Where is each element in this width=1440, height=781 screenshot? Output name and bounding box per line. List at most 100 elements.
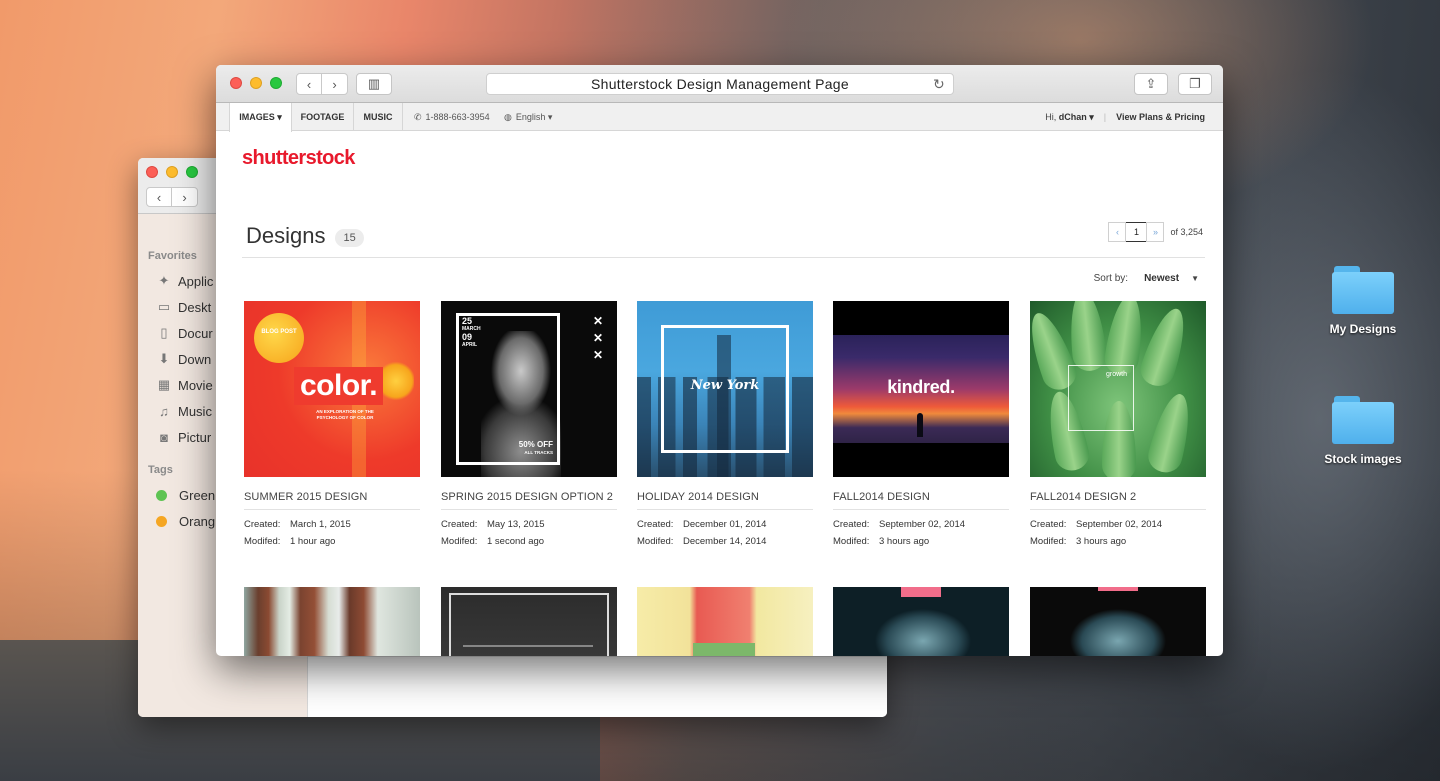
folder-label: Stock images [1324,452,1402,466]
created-value: September 02, 2014 [1076,519,1163,530]
share-button[interactable]: ⇪ [1134,73,1168,95]
blog-post-badge: BLOG POST [254,313,304,363]
sidebar-item-label: Music [178,403,212,419]
design-thumbnail[interactable]: 25 MARCH 09 APRIL ✕ ✕ ✕ 50% OFF ALL TRACKS [441,301,617,477]
design-card[interactable] [833,587,1009,656]
created-value: March 1, 2015 [290,519,351,530]
modified-value: 1 second ago [487,536,545,547]
design-thumbnail[interactable] [244,587,420,656]
thumb-headline: color. [294,367,384,405]
sidebar-icon: ▥ [367,76,381,91]
modified-value: December 14, 2014 [683,536,767,547]
design-title[interactable]: HOLIDAY 2014 DESIGN [637,491,813,510]
reload-icon[interactable]: ↻ [933,76,945,93]
desktop-folder-stock-images[interactable]: Stock images [1308,396,1418,466]
tab-images[interactable]: IMAGES ▾ [229,103,292,132]
sort-dropdown[interactable]: Newest [1144,273,1179,284]
design-card[interactable] [244,587,420,656]
sidebar-item-label: Pictur [178,429,212,445]
chevron-right-icon: › [332,76,337,92]
thumb-headline: growth [1106,371,1128,378]
minimize-window-button[interactable] [166,166,178,178]
browser-window[interactable]: ‹ › ▥ Shutterstock Design Management Pag… [216,65,1223,656]
modified-label: Modifed: [244,536,281,547]
modified-value: 3 hours ago [879,536,930,547]
design-thumbnail[interactable] [833,587,1009,656]
design-thumbnail[interactable]: growth [1030,301,1206,477]
applications-icon: ✦ [158,273,170,288]
downloads-icon: ⬇ [158,351,170,366]
prev-page-button[interactable]: ‹ [1108,222,1127,242]
close-window-button[interactable] [230,77,242,89]
design-title[interactable]: FALL2014 DESIGN 2 [1030,491,1206,510]
globe-icon: ◍ [504,111,512,122]
sort-control: Sort by: Newest ▼ [1094,273,1199,284]
sidebar-item-label: Movie [178,377,213,393]
design-title[interactable]: SPRING 2015 DESIGN OPTION 2 [441,491,617,510]
modified-label: Modifed: [833,536,870,547]
zoom-window-button[interactable] [270,77,282,89]
created-label: Created: [441,519,478,530]
current-page-input[interactable]: 1 [1126,222,1147,242]
sidebar-item-label: Down [178,351,212,367]
thumb-headline: kindred. [887,377,955,397]
sort-label: Sort by: [1093,273,1129,284]
design-title[interactable]: SUMMER 2015 DESIGN [244,491,420,510]
thumb-marks: ✕ ✕ ✕ [592,314,603,362]
minimize-window-button[interactable] [250,77,262,89]
back-button[interactable]: ‹ [296,73,322,95]
forward-button[interactable]: › [172,187,198,207]
design-thumbnail[interactable]: kindred. [833,301,1009,477]
thumb-subtitle: AN EXPLORATION OF THE PSYCHOLOGY OF COLO… [316,409,374,420]
view-plans-link[interactable]: View Plans & Pricing [1116,112,1205,122]
phone-icon: ✆ [414,111,422,122]
created-value: December 01, 2014 [683,519,767,530]
address-bar[interactable]: Shutterstock Design Management Page ↻ [486,73,954,95]
thumb-headline: New York [690,378,760,393]
design-card[interactable]: growth FALL2014 DESIGN 2 Created: Septemb… [1030,301,1206,547]
language-selector[interactable]: ◍ English ▾ [504,103,552,131]
forward-button[interactable]: › [322,73,348,95]
design-card[interactable] [637,587,813,656]
tabs-overview-button[interactable]: ❐ [1178,73,1212,95]
design-title[interactable]: FALL2014 DESIGN [833,491,1009,510]
design-card[interactable] [441,587,617,656]
sidebar-toggle-button[interactable]: ▥ [356,73,392,95]
tab-footage[interactable]: FOOTAGE [292,103,354,131]
modified-value: 3 hours ago [1076,536,1127,547]
phone-number[interactable]: ✆ 1-888-663-3954 [414,103,490,131]
design-card[interactable]: New York HOLIDAY 2014 DESIGN Created: Dec… [637,301,813,547]
header-divider [242,257,1205,258]
music-icon: ♫ [159,403,169,419]
tab-music[interactable]: MUSIC [354,103,403,131]
design-card[interactable]: BLOG POST color. AN EXPLORATION OF THE P… [244,301,420,547]
desktop-icon: ▭ [157,299,171,314]
caret-down-icon[interactable]: ▼ [1191,274,1199,283]
movies-icon: ▦ [157,377,171,392]
user-menu[interactable]: dChan ▾ [1059,112,1094,123]
created-label: Created: [1030,519,1067,530]
close-window-button[interactable] [146,166,158,178]
design-card[interactable]: kindred. FALL2014 DESIGN Created: Septemb… [833,301,1009,547]
chevron-right-icon: › [182,189,187,205]
design-thumbnail[interactable]: BLOG POST color. AN EXPLORATION OF THE P… [244,301,420,477]
design-card[interactable] [1030,587,1206,656]
modified-label: Modifed: [637,536,674,547]
design-thumbnail[interactable] [637,587,813,656]
desktop-folder-my-designs[interactable]: My Designs [1308,266,1418,336]
design-thumbnail[interactable] [1030,587,1206,656]
sidebar-item-label: Green [179,487,216,503]
thumb-dates: 25 MARCH 09 APRIL [462,316,481,349]
tabs-icon: ❐ [1189,76,1201,91]
created-label: Created: [833,519,870,530]
designs-title: Designs [246,223,326,248]
back-button[interactable]: ‹ [146,187,172,207]
design-thumbnail[interactable]: New York [637,301,813,477]
pagination: ‹ 1 » of 3,254 [1108,222,1203,242]
design-card[interactable]: 25 MARCH 09 APRIL ✕ ✕ ✕ 50% OFF ALL TRACKS SP… [441,301,617,547]
design-thumbnail[interactable] [441,587,617,656]
shutterstock-logo[interactable]: shutterstock [242,147,355,170]
created-label: Created: [637,519,674,530]
next-page-button[interactable]: » [1146,222,1165,242]
zoom-window-button[interactable] [186,166,198,178]
